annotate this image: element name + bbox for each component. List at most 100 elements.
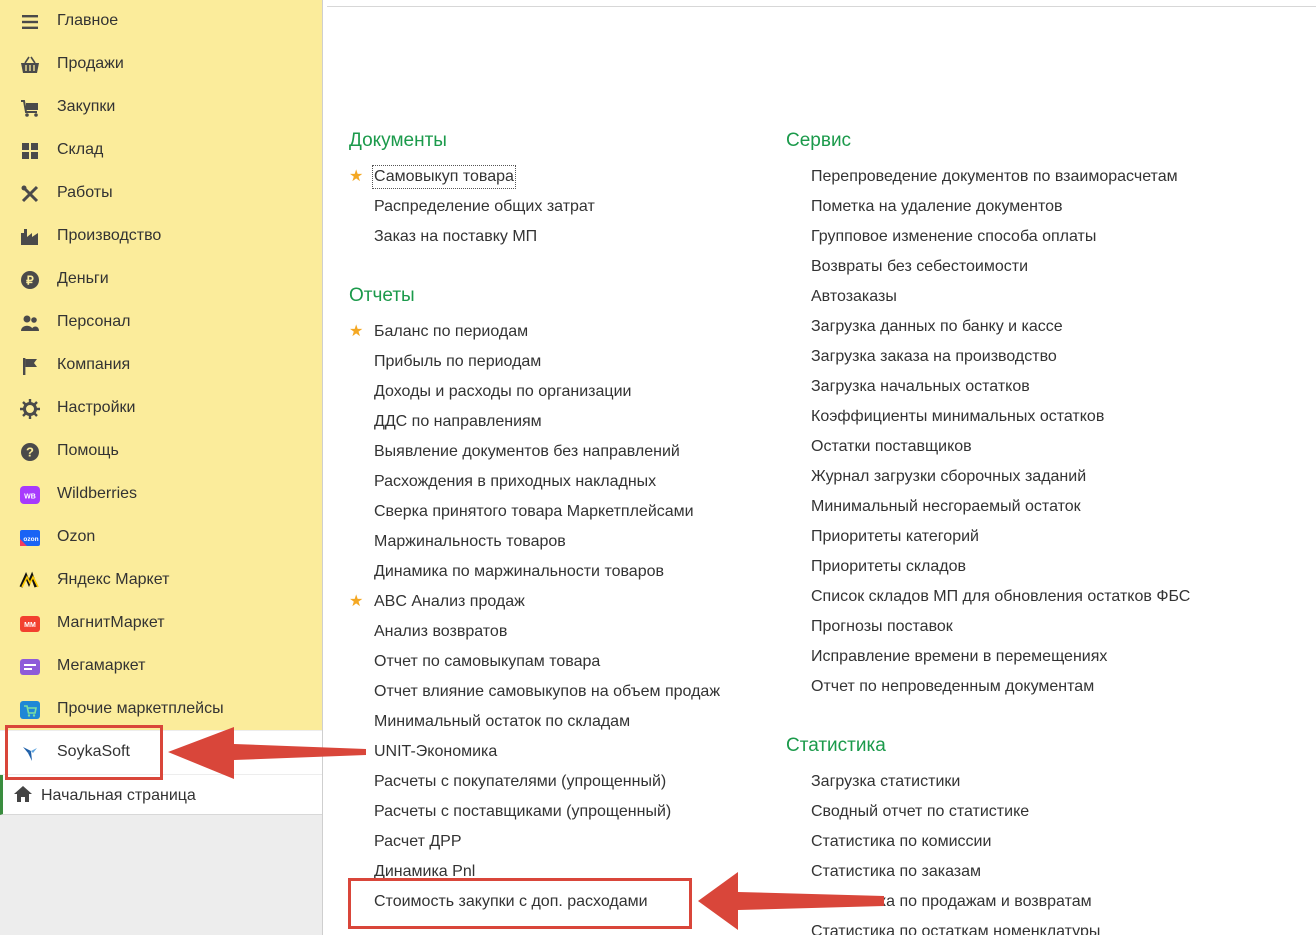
command-link[interactable]: Прогнозы поставок (811, 617, 953, 637)
command-link[interactable]: Автозаказы (811, 287, 897, 307)
section-item[interactable]: Производство (0, 215, 322, 258)
section-item[interactable]: Продажи (0, 43, 322, 86)
command-link[interactable]: Динамика по маржинальности товаров (374, 562, 664, 582)
command-link[interactable]: ДДС по направлениям (374, 412, 542, 432)
command-link[interactable]: Исправление времени в перемещениях (811, 647, 1107, 667)
section-item[interactable]: Склад (0, 129, 322, 172)
section-item[interactable]: Яндекс Маркет (0, 559, 322, 602)
section-item[interactable]: ozon Ozon (0, 516, 322, 559)
home-page-link[interactable]: Начальная страница (0, 775, 322, 815)
command-link[interactable]: Загрузка заказа на производство (811, 347, 1057, 367)
section-item[interactable]: Работы (0, 172, 322, 215)
command-link[interactable]: Расчеты с покупателями (упрощенный) (374, 772, 666, 792)
yandex-market-icon (19, 570, 41, 592)
command-link[interactable]: Статистика по заказам (811, 862, 981, 882)
command-link[interactable]: Групповое изменение способа оплаты (811, 227, 1096, 247)
command-link[interactable]: Пометка на удаление документов (811, 197, 1063, 217)
section-label: Помощь (57, 442, 119, 459)
command-link[interactable]: Возвраты без себестоимости (811, 257, 1028, 277)
section-label: МагнитМаркет (57, 614, 165, 631)
section-label: Настройки (57, 399, 136, 416)
svg-text:?: ? (26, 445, 34, 460)
command-link[interactable]: Журнал загрузки сборочных заданий (811, 467, 1086, 487)
command-link[interactable]: Загрузка статистики (811, 772, 960, 792)
section-item[interactable]: Главное (0, 0, 322, 43)
section-soykasoft[interactable]: SoykaSoft (0, 731, 322, 774)
warehouse-grid-icon (19, 140, 41, 162)
sections-panel: Главное Продажи Закупки Склад Работы Производ… (0, 0, 323, 935)
marketplace-cart-icon (19, 699, 41, 721)
command-link[interactable]: Список складов МП для обновления остатко… (811, 587, 1190, 607)
gear-icon (19, 398, 41, 420)
top-divider (327, 6, 1316, 7)
section-label: Ozon (57, 528, 96, 545)
factory-icon (19, 226, 41, 248)
menu-lines-icon (19, 11, 41, 33)
command-link[interactable]: ABC Анализ продаж (374, 592, 525, 612)
command-link[interactable]: Перепроведение документов по взаиморасче… (811, 167, 1178, 187)
app-window: Главное Продажи Закупки Склад Работы Производ… (0, 0, 1316, 935)
command-link[interactable]: Сводный отчет по статистике (811, 802, 1029, 822)
section-item[interactable]: Компания (0, 344, 322, 387)
section-item[interactable]: Прочие маркетплейсы (0, 688, 322, 731)
group-title-service: Сервис (786, 130, 852, 151)
command-link[interactable]: Распределение общих затрат (374, 197, 595, 217)
command-link[interactable]: Минимальный несгораемый остаток (811, 497, 1081, 517)
megamarket-icon (19, 656, 41, 678)
section-label: Работы (57, 184, 113, 201)
command-link[interactable]: Статистика по комиссии (811, 832, 991, 852)
command-link[interactable]: Расчеты с поставщиками (упрощенный) (374, 802, 671, 822)
command-link[interactable]: Статистика по продажам и возвратам (811, 892, 1092, 912)
command-link[interactable]: Расхождения в приходных накладных (374, 472, 656, 492)
command-link[interactable]: Отчет по непроведенным документам (811, 677, 1094, 697)
command-link[interactable]: Приоритеты складов (811, 557, 966, 577)
command-link[interactable]: Загрузка начальных остатков (811, 377, 1030, 397)
favorite-star-icon: ★ (349, 323, 364, 340)
basket-icon (19, 54, 41, 76)
command-link[interactable]: Баланс по периодам (374, 322, 528, 342)
command-link[interactable]: Заказ на поставку МП (374, 227, 537, 247)
command-link[interactable]: Стоимость закупки с доп. расходами (374, 892, 648, 912)
command-link[interactable]: Динамика Pnl (374, 862, 475, 882)
command-link[interactable]: UNIT-Экономика (374, 742, 497, 762)
command-link[interactable]: Приоритеты категорий (811, 527, 979, 547)
section-item[interactable]: ₽ Деньги (0, 258, 322, 301)
command-link[interactable]: Выявление документов без направлений (374, 442, 680, 462)
group-title-reports: Отчеты (349, 285, 415, 306)
command-link[interactable]: Доходы и расходы по организации (374, 382, 631, 402)
section-item[interactable]: Настройки (0, 387, 322, 430)
command-link[interactable]: Коэффициенты минимальных остатков (811, 407, 1104, 427)
section-label: SoykaSoft (57, 743, 130, 760)
section-item[interactable]: Закупки (0, 86, 322, 129)
command-link[interactable]: Отчет влияние самовыкупов на объем прода… (374, 682, 720, 702)
command-link[interactable]: Статистика по остаткам номенклатуры (811, 922, 1100, 935)
home-icon (12, 783, 34, 805)
command-link[interactable]: Отчет по самовыкупам товара (374, 652, 600, 672)
section-item[interactable]: ? Помощь (0, 430, 322, 473)
soykasoft-logo-icon (19, 742, 41, 764)
section-label: Персонал (57, 313, 131, 330)
command-link[interactable]: Минимальный остаток по складам (374, 712, 630, 732)
command-link[interactable]: Расчет ДРР (374, 832, 462, 852)
command-link[interactable]: Прибыль по периодам (374, 352, 541, 372)
people-icon (19, 312, 41, 334)
section-item[interactable]: WB Wildberries (0, 473, 322, 516)
section-label: Яндекс Маркет (57, 571, 170, 588)
section-item[interactable]: Персонал (0, 301, 322, 344)
command-link[interactable]: Загрузка данных по банку и кассе (811, 317, 1063, 337)
section-item[interactable]: MM МагнитМаркет (0, 602, 322, 645)
ruble-icon: ₽ (19, 269, 41, 291)
group-title-statistics: Статистика (786, 735, 886, 756)
command-link[interactable]: Анализ возвратов (374, 622, 507, 642)
sections-list: Главное Продажи Закупки Склад Работы Производ… (0, 0, 322, 730)
svg-text:MM: MM (24, 622, 36, 629)
command-link[interactable]: Сверка принятого товара Маркетплейсами (374, 502, 694, 522)
section-item[interactable]: Мегамаркет (0, 645, 322, 688)
group-title-documents: Документы (349, 130, 447, 151)
favorite-star-icon: ★ (349, 168, 364, 185)
command-link[interactable]: Остатки поставщиков (811, 437, 972, 457)
flag-icon (19, 355, 41, 377)
command-link[interactable]: Маржинальность товаров (374, 532, 566, 552)
section-label: Производство (57, 227, 162, 244)
command-link[interactable]: Самовыкуп товара (372, 165, 516, 189)
